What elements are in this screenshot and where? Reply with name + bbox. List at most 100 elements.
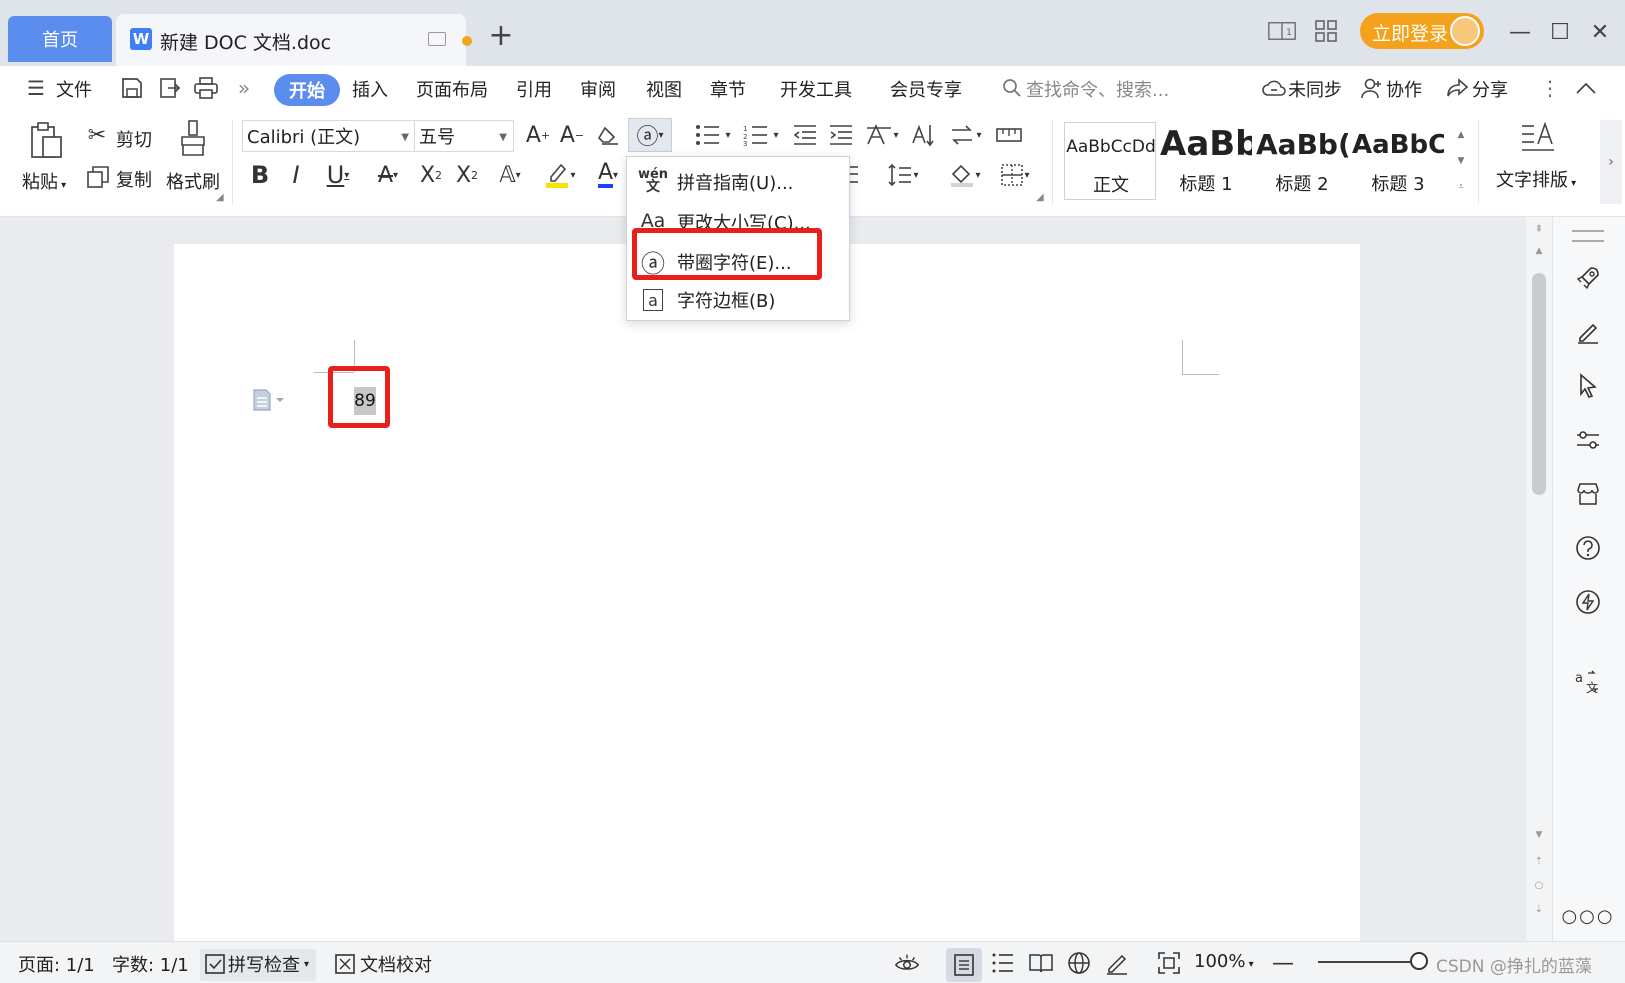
select-browse-icon[interactable]: ○ <box>1532 880 1546 894</box>
menu-file[interactable]: 文件 <box>56 76 92 102</box>
collapse-ribbon-icon[interactable] <box>1574 76 1598 100</box>
text-layout-button[interactable]: 文字排版 ▾ <box>1496 166 1576 192</box>
ruler-icon[interactable] <box>994 120 1024 150</box>
eye-protect-icon[interactable] <box>894 950 920 976</box>
tab-chapter[interactable]: 章节 <box>710 76 746 102</box>
style-normal[interactable]: AaBbCcDd 正文 <box>1064 122 1156 200</box>
numbered-list-icon[interactable]: 1 2 3 ▾ <box>740 120 782 150</box>
tab-start[interactable]: 开始 <box>274 74 340 106</box>
sync-status[interactable]: 未同步 <box>1288 76 1342 102</box>
tab-references[interactable]: 引用 <box>516 76 552 102</box>
zoom-slider[interactable] <box>1318 961 1418 963</box>
chevron-up-icon[interactable]: ▲ <box>1458 130 1465 140</box>
menu-item-character-border[interactable]: a 字符边框(B) <box>627 279 849 319</box>
print-icon[interactable] <box>194 76 218 100</box>
paragraph-handle-icon[interactable] <box>252 388 288 417</box>
copy-button[interactable]: 复制 <box>116 166 152 192</box>
underline-icon[interactable]: U ▾ <box>318 158 358 192</box>
grow-font-icon[interactable]: A + <box>524 120 552 150</box>
highlight-icon[interactable]: ▾ <box>540 158 580 192</box>
reading-mode-icon[interactable]: 1 <box>1268 18 1296 44</box>
fit-page-icon[interactable] <box>1156 950 1182 976</box>
more-options-icon[interactable]: ⋮ <box>1538 76 1562 100</box>
bullet-list-icon[interactable]: ▾ <box>692 120 734 150</box>
shrink-font-icon[interactable]: A − <box>558 120 586 150</box>
pen-edit-icon[interactable] <box>1572 316 1604 348</box>
minimize-button[interactable]: — <box>1500 16 1540 48</box>
spell-check-button[interactable]: 拼写检查 ▾ <box>200 949 316 981</box>
cut-button[interactable]: 剪切 <box>116 126 152 152</box>
document-page[interactable] <box>174 244 1360 941</box>
style-heading-3[interactable]: AaBbC 标题 3 <box>1352 122 1444 200</box>
reading-view-icon[interactable] <box>1028 950 1054 976</box>
scissors-icon[interactable]: ✂ <box>84 122 110 148</box>
sliders-icon[interactable] <box>1572 424 1604 456</box>
tab-insert[interactable]: 插入 <box>352 76 388 102</box>
chevron-down-icon[interactable]: ▼ <box>1458 156 1465 166</box>
command-search-input[interactable]: 查找命令、搜索... <box>1026 76 1169 102</box>
close-button[interactable]: ✕ <box>1580 16 1620 48</box>
italic-icon[interactable]: I <box>282 158 310 192</box>
export-icon[interactable] <box>158 76 182 100</box>
tab-member[interactable]: 会员专享 <box>890 76 962 102</box>
zoom-level[interactable]: 100% ▾ <box>1194 951 1254 972</box>
gallery-expand-icon[interactable]: ⩡ <box>1458 182 1463 192</box>
outline-view-icon[interactable] <box>990 950 1016 976</box>
format-painter-button[interactable]: 格式刷 <box>166 168 220 194</box>
share-button[interactable]: 分享 <box>1472 76 1508 102</box>
text-layout-icon[interactable] <box>1518 120 1558 156</box>
sidebar-drag-handle[interactable] <box>1572 230 1604 242</box>
save-icon[interactable] <box>120 76 144 100</box>
monitor-icon[interactable] <box>428 32 446 46</box>
decrease-indent-icon[interactable] <box>790 120 820 150</box>
zoom-out-icon[interactable]: — <box>1270 950 1296 976</box>
doc-compare-button[interactable]: 文档校对 <box>360 951 432 977</box>
new-tab-button[interactable]: + <box>486 18 516 53</box>
translate-icon[interactable]: a文 <box>1572 666 1604 698</box>
enclosed-char-icon[interactable]: ⓐ ▾ <box>628 118 672 152</box>
more-icon[interactable]: ○○○ <box>1561 900 1612 932</box>
superscript-icon[interactable]: X2 <box>416 158 446 192</box>
paragraph-launcher-icon[interactable]: ◢ <box>1036 192 1044 203</box>
word-count[interactable]: 字数: 1/1 <box>112 951 189 977</box>
format-painter-icon[interactable] <box>176 118 210 158</box>
grid-apps-icon[interactable] <box>1312 18 1340 44</box>
more-quick-icon[interactable]: » <box>232 76 256 100</box>
next-page-icon[interactable]: ⇣ <box>1532 904 1546 918</box>
style-gallery-scroll[interactable]: ▲ ▼ ⩡ <box>1452 122 1470 200</box>
copy-icon[interactable] <box>86 164 110 190</box>
scroll-top-icon[interactable]: ⇞ <box>1532 224 1546 238</box>
text-effect-icon[interactable]: 𝔸 ▾ <box>490 158 530 192</box>
subscript-icon[interactable]: X2 <box>452 158 482 192</box>
tab-home[interactable]: 首页 <box>8 16 112 62</box>
store-icon[interactable] <box>1572 478 1604 510</box>
tab-page-layout[interactable]: 页面布局 <box>416 76 488 102</box>
prev-page-icon[interactable]: ⇡ <box>1532 856 1546 870</box>
font-name-select[interactable]: Calibri (正文) ▼ <box>242 120 416 152</box>
tab-developer[interactable]: 开发工具 <box>780 76 852 102</box>
page-view-button[interactable] <box>946 948 982 982</box>
increase-indent-icon[interactable] <box>826 120 856 150</box>
tab-review[interactable]: 审阅 <box>580 76 616 102</box>
scrollbar-thumb[interactable] <box>1532 273 1546 495</box>
help-icon[interactable] <box>1572 532 1604 564</box>
line-spacing-icon[interactable]: ▾ <box>882 158 924 192</box>
zoom-slider-knob[interactable] <box>1410 952 1428 970</box>
clipboard-launcher-icon[interactable]: ◢ <box>216 192 224 203</box>
cursor-select-icon[interactable] <box>1572 370 1604 402</box>
login-button[interactable]: 立即登录 <box>1360 13 1484 49</box>
flash-icon[interactable] <box>1572 586 1604 618</box>
font-size-select[interactable]: 五号 ▼ <box>414 120 514 152</box>
ribbon-scroll-right-icon[interactable]: › <box>1600 120 1622 204</box>
text-direction-icon[interactable]: ▾ <box>862 120 902 150</box>
borders-icon[interactable]: ▾ <box>994 158 1036 192</box>
web-view-icon[interactable] <box>1066 950 1092 976</box>
paste-button[interactable]: 粘贴 ▾ <box>22 168 66 194</box>
maximize-button[interactable]: ☐ <box>1540 16 1580 48</box>
font-color-icon[interactable]: A ▾ <box>590 158 626 192</box>
scroll-up-icon[interactable]: ▲ <box>1532 246 1546 260</box>
hamburger-icon[interactable]: ☰ <box>24 76 48 100</box>
shading-icon[interactable]: ▾ <box>944 158 986 192</box>
sort-icon[interactable] <box>908 120 938 150</box>
strikethrough-icon[interactable]: A ▾ <box>368 158 408 192</box>
